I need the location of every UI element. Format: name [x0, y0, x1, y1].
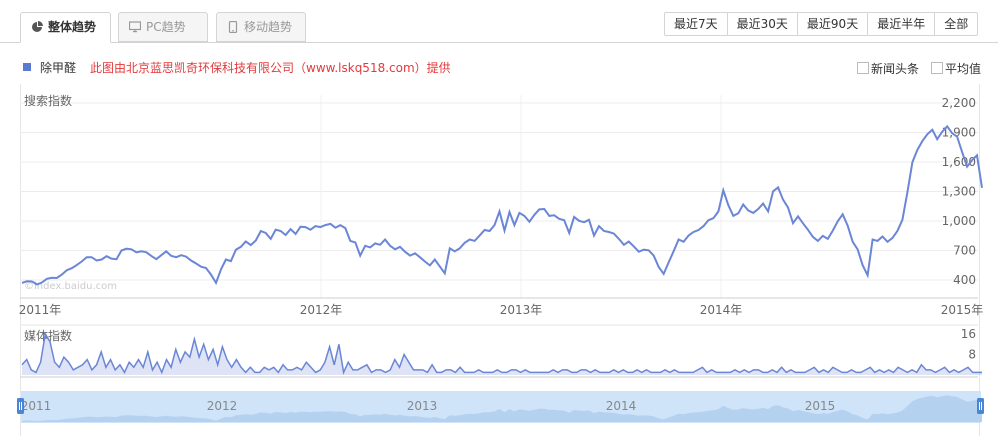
y-tick-label: 400	[953, 273, 976, 287]
x-tick-label: 2013年	[500, 303, 543, 317]
navigator-right-handle[interactable]	[977, 398, 984, 414]
search-y-ticks: 4007001,0001,3001,6001,9002,200	[942, 96, 976, 287]
search-index-line[interactable]	[21, 124, 983, 286]
y-tick-label: 2,200	[942, 96, 976, 110]
year-gridlines	[320, 95, 722, 298]
y-tick-label: 700	[953, 244, 976, 258]
x-axis-year-labels: 2011年 2012年 2013年 2014年 2015年	[19, 303, 984, 317]
navigator-year-label: 2013	[407, 399, 438, 413]
media-y-ticks: 8 16	[961, 327, 976, 362]
media-y-tick-label: 8	[968, 348, 976, 362]
media-index-area	[22, 334, 982, 375]
x-tick-label: 2011年	[19, 303, 62, 317]
y-tick-label: 1,300	[942, 185, 976, 199]
left-handle-grip[interactable]	[17, 398, 24, 414]
x-tick-label: 2015年	[941, 303, 984, 317]
navigator-year-label: 2011	[21, 399, 52, 413]
navigator-year-label: 2015	[805, 399, 836, 413]
y-tick-label: 1,000	[942, 214, 976, 228]
right-handle-grip[interactable]	[977, 398, 984, 414]
navigator-year-label: 2014	[606, 399, 637, 413]
media-y-tick-label: 16	[961, 327, 976, 341]
watermark-text: ©index.baidu.com	[24, 281, 117, 292]
x-tick-label: 2014年	[700, 303, 743, 317]
search-index-title: 搜索指数	[24, 93, 72, 108]
navigator-year-label: 2012	[207, 399, 238, 413]
navigator-left-handle[interactable]	[17, 398, 24, 414]
x-tick-label: 2012年	[300, 303, 343, 317]
trend-chart: 搜索指数 4007001,0001,3001,6001,9002,200 ©in…	[17, 93, 984, 423]
